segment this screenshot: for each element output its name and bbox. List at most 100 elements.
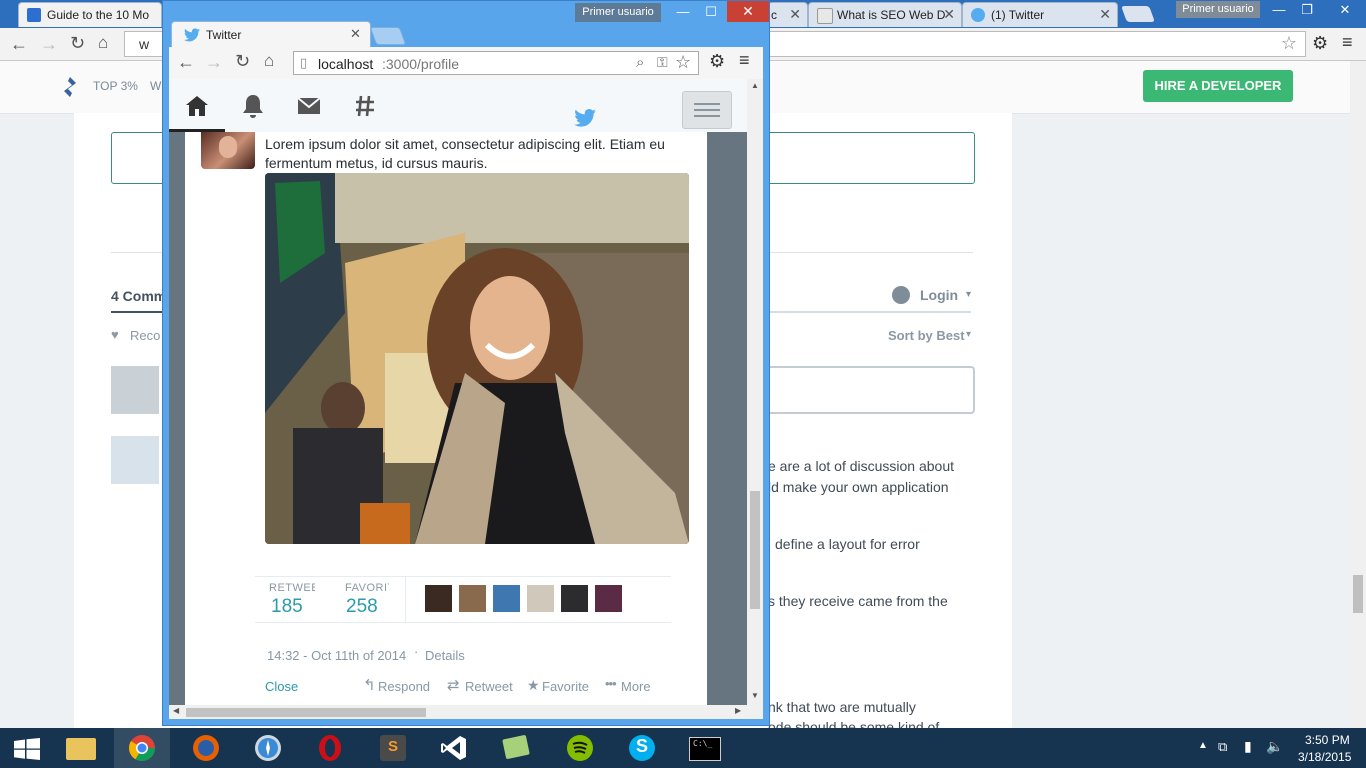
back-user-badge[interactable]: Primer usuario: [1176, 1, 1260, 18]
minimize-icon[interactable]: —: [1264, 0, 1294, 20]
scroll-up-icon[interactable]: ▲: [751, 81, 759, 90]
close-tab-icon[interactable]: ✕: [350, 26, 361, 42]
close-tab-icon[interactable]: ✕: [1099, 6, 1111, 23]
zoom-icon[interactable]: ⌕: [636, 54, 644, 71]
chevron-down-icon[interactable]: ▾: [966, 329, 971, 340]
clock-time[interactable]: 3:50 PM: [1305, 733, 1350, 747]
nav-item-partial[interactable]: W: [150, 79, 161, 93]
favorite-button[interactable]: Favorite: [542, 679, 589, 694]
clock-date[interactable]: 3/18/2015: [1298, 750, 1351, 764]
favorites-count[interactable]: 258: [346, 596, 378, 618]
details-link[interactable]: Details: [425, 648, 465, 663]
chevron-down-icon[interactable]: ▾: [966, 289, 971, 300]
front-address-bar[interactable]: ▯ localhost :3000/profile ⌕ ⚿ ☆: [293, 51, 699, 75]
file-viewer-icon[interactable]: [488, 728, 544, 768]
forward-arrow-icon[interactable]: →: [205, 52, 223, 73]
nav-discover[interactable]: [337, 79, 393, 132]
favoriter-avatar[interactable]: [493, 585, 520, 612]
back-tab-guide[interactable]: Guide to the 10 Mo: [18, 2, 162, 27]
comments-count[interactable]: 4 Comm: [111, 288, 166, 304]
close-tab-icon[interactable]: ✕: [943, 6, 955, 23]
sublime-text-icon[interactable]: S: [364, 728, 420, 768]
reload-icon[interactable]: ↻: [235, 51, 250, 72]
more-button[interactable]: More: [621, 679, 651, 694]
new-tab-button[interactable]: [369, 27, 407, 45]
scroll-right-icon[interactable]: ▶: [735, 706, 741, 715]
favoriter-avatar[interactable]: [527, 585, 554, 612]
recommend-heart-icon[interactable]: ♥: [111, 327, 119, 342]
retweet-button[interactable]: Retweet: [465, 679, 513, 694]
back-arrow-icon[interactable]: ←: [177, 52, 195, 73]
spotify-icon[interactable]: [552, 728, 608, 768]
nav-messages[interactable]: [281, 79, 337, 132]
nav-top3[interactable]: TOP 3%: [93, 79, 138, 93]
favoriter-avatar[interactable]: [459, 585, 486, 612]
settings-gear-icon[interactable]: ⚙: [709, 51, 725, 72]
close-tab-icon[interactable]: ✕: [789, 6, 801, 23]
scrollbar-thumb[interactable]: [1353, 575, 1363, 613]
home-icon[interactable]: ⌂: [98, 33, 108, 53]
key-icon[interactable]: ⚿: [657, 54, 668, 71]
nav-notifications[interactable]: [225, 79, 281, 132]
retweets-count[interactable]: 185: [271, 596, 303, 618]
close-window-icon[interactable]: ✕: [727, 1, 769, 22]
scroll-down-icon[interactable]: ▼: [751, 691, 759, 700]
chrome-icon[interactable]: [114, 728, 170, 768]
new-tab-button[interactable]: [1121, 6, 1155, 22]
tweet-photo[interactable]: [265, 173, 689, 544]
hire-developer-button[interactable]: HIRE A DEVELOPER: [1143, 70, 1293, 102]
hamburger-menu-button[interactable]: [682, 91, 732, 129]
favoriter-avatar[interactable]: [425, 585, 452, 612]
retweet-icon[interactable]: ⇄: [447, 676, 460, 694]
respond-button[interactable]: Respond: [378, 679, 430, 694]
favoriter-avatar[interactable]: [595, 585, 622, 612]
recommend-button[interactable]: Reco: [130, 328, 160, 343]
scroll-left-icon[interactable]: ◀: [173, 706, 179, 715]
restore-icon[interactable]: ❐: [1292, 0, 1322, 20]
devices-icon[interactable]: ⧉: [1218, 739, 1227, 755]
close-window-icon[interactable]: ✕: [1324, 0, 1366, 20]
back-page-scrollbar[interactable]: [1350, 61, 1366, 728]
tweet-author-avatar[interactable]: [201, 132, 255, 169]
menu-icon[interactable]: ≡: [1342, 32, 1353, 53]
home-icon[interactable]: ⌂: [264, 51, 274, 71]
safari-icon[interactable]: [240, 728, 296, 768]
file-explorer-icon[interactable]: [52, 728, 108, 768]
back-tab-c[interactable]: c ✕: [768, 2, 808, 27]
scrollbar-thumb[interactable]: [186, 708, 426, 717]
front-vertical-scrollbar[interactable]: ▲ ▼: [747, 79, 763, 705]
show-hidden-icons[interactable]: ▲: [1198, 740, 1208, 751]
back-arrow-icon[interactable]: ←: [10, 34, 28, 55]
comment-input[interactable]: [768, 366, 975, 414]
reply-icon[interactable]: ↰: [363, 676, 376, 694]
volume-icon[interactable]: 🔈: [1266, 738, 1283, 755]
favoriter-avatar[interactable]: [561, 585, 588, 612]
settings-gear-icon[interactable]: ⚙: [1312, 33, 1328, 54]
favorite-star-icon[interactable]: ★: [527, 677, 540, 694]
front-user-badge[interactable]: Primer usuario: [575, 3, 661, 22]
scrollbar-thumb[interactable]: [750, 491, 760, 609]
minimize-icon[interactable]: —: [669, 1, 697, 22]
visual-studio-icon[interactable]: [426, 728, 482, 768]
skype-icon[interactable]: S: [614, 728, 670, 768]
more-dots-icon[interactable]: •••: [605, 676, 617, 691]
back-tab-twitter[interactable]: (1) Twitter ✕: [962, 2, 1118, 27]
network-signal-icon[interactable]: ▮: [1244, 738, 1252, 755]
close-link[interactable]: Close: [265, 679, 298, 694]
nav-home[interactable]: [169, 79, 225, 132]
bookmark-star-icon[interactable]: ☆: [1281, 33, 1297, 54]
twitter-logo-icon[interactable]: [574, 109, 596, 127]
toptal-logo-icon[interactable]: [62, 77, 78, 97]
login-dropdown[interactable]: Login: [920, 287, 958, 303]
front-horizontal-scrollbar[interactable]: ◀ ▶: [169, 705, 763, 719]
forward-arrow-icon[interactable]: →: [40, 34, 58, 55]
bookmark-star-icon[interactable]: ☆: [675, 52, 691, 73]
opera-icon[interactable]: [302, 728, 358, 768]
maximize-icon[interactable]: ☐: [697, 1, 725, 22]
back-tab-seo[interactable]: What is SEO Web D ✕: [808, 2, 962, 27]
windows-start-icon[interactable]: [14, 738, 40, 760]
firefox-icon[interactable]: [178, 728, 234, 768]
reload-icon[interactable]: ↻: [70, 33, 85, 54]
command-prompt-icon[interactable]: C:\_: [676, 728, 732, 768]
front-tab-twitter[interactable]: Twitter ✕: [171, 21, 371, 48]
